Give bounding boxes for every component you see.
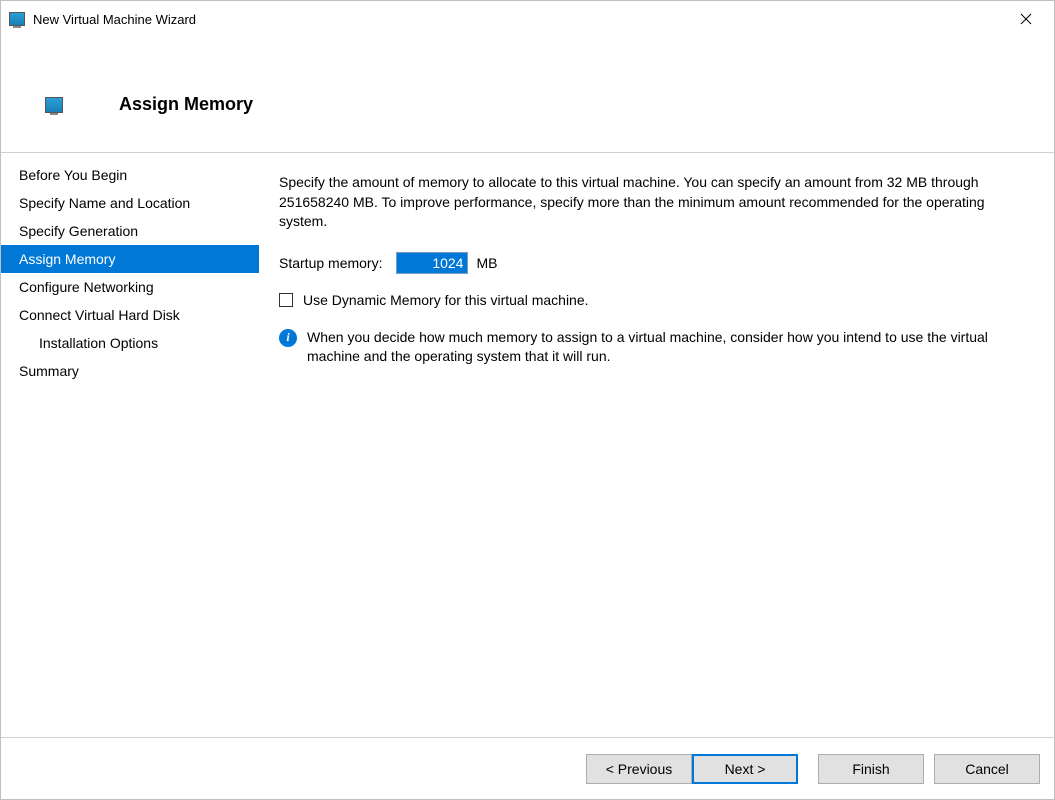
info-icon: i <box>279 329 297 347</box>
sidebar-item-summary[interactable]: Summary <box>1 357 259 385</box>
info-text: When you decide how much memory to assig… <box>307 328 1034 367</box>
finish-button[interactable]: Finish <box>818 754 924 784</box>
cancel-button[interactable]: Cancel <box>934 754 1040 784</box>
close-icon <box>1020 13 1032 25</box>
startup-memory-row: Startup memory: MB <box>279 252 1034 274</box>
window-title: New Virtual Machine Wizard <box>33 12 1006 27</box>
info-row: i When you decide how much memory to ass… <box>279 328 1034 367</box>
startup-memory-label: Startup memory: <box>279 255 382 271</box>
description-text: Specify the amount of memory to allocate… <box>279 173 1034 232</box>
dynamic-memory-label: Use Dynamic Memory for this virtual mach… <box>303 292 589 308</box>
sidebar-item-installation-options[interactable]: Installation Options <box>1 329 259 357</box>
previous-button[interactable]: < Previous <box>586 754 692 784</box>
wizard-header: Assign Memory <box>1 37 1054 152</box>
wizard-content: Specify the amount of memory to allocate… <box>259 153 1054 737</box>
prev-next-group: < Previous Next > <box>586 754 798 784</box>
sidebar-item-configure-networking[interactable]: Configure Networking <box>1 273 259 301</box>
wizard-footer: < Previous Next > Finish Cancel <box>1 737 1054 799</box>
wizard-window: New Virtual Machine Wizard Assign Memory… <box>0 0 1055 800</box>
dynamic-memory-row[interactable]: Use Dynamic Memory for this virtual mach… <box>279 292 1034 308</box>
wizard-body: Before You Begin Specify Name and Locati… <box>1 152 1054 737</box>
page-title: Assign Memory <box>119 94 253 115</box>
dynamic-memory-checkbox[interactable] <box>279 293 293 307</box>
close-button[interactable] <box>1006 4 1046 34</box>
sidebar-item-connect-vhd[interactable]: Connect Virtual Hard Disk <box>1 301 259 329</box>
startup-memory-input[interactable] <box>396 252 468 274</box>
next-button[interactable]: Next > <box>692 754 798 784</box>
sidebar-item-specify-generation[interactable]: Specify Generation <box>1 217 259 245</box>
sidebar-item-assign-memory[interactable]: Assign Memory <box>1 245 259 273</box>
titlebar: New Virtual Machine Wizard <box>1 1 1054 37</box>
sidebar-item-before-you-begin[interactable]: Before You Begin <box>1 161 259 189</box>
sidebar-item-specify-name[interactable]: Specify Name and Location <box>1 189 259 217</box>
wizard-steps-sidebar: Before You Begin Specify Name and Locati… <box>1 153 259 737</box>
startup-memory-unit: MB <box>476 255 497 271</box>
header-icon <box>45 97 63 113</box>
app-icon <box>9 12 25 26</box>
